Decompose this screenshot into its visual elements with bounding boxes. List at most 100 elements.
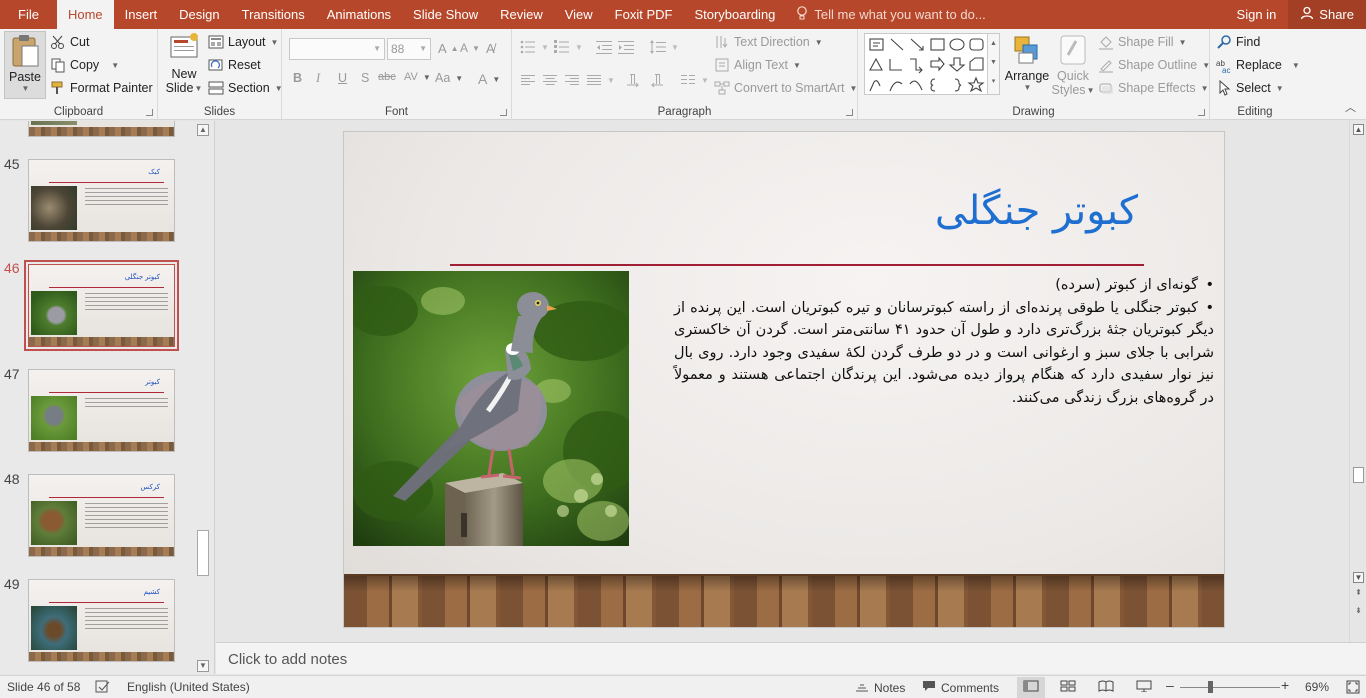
line-spacing-button[interactable]: ▼ <box>650 39 679 55</box>
arrange-button[interactable]: Arrange ▼ <box>1004 33 1050 92</box>
tell-me-box[interactable]: Tell me what you want to do... <box>796 5 986 24</box>
underline-button[interactable]: U <box>338 71 347 85</box>
tab-review[interactable]: Review <box>489 0 554 29</box>
columns-button[interactable]: ▼ <box>680 72 709 88</box>
tab-storyboarding[interactable]: Storyboarding <box>683 0 786 29</box>
justify-button[interactable]: ▼ <box>586 72 615 88</box>
scroll-up-icon[interactable]: ▲ <box>197 124 209 136</box>
slide-editing-area[interactable]: کبوتر جنگلی <box>216 121 1350 642</box>
copy-button[interactable]: Copy ▼ <box>50 57 119 73</box>
replace-button[interactable]: ab ac Replace ▼ <box>1216 57 1300 75</box>
reset-button[interactable]: Reset <box>208 57 261 73</box>
fit-to-window-icon[interactable] <box>1346 680 1360 697</box>
align-center-button[interactable] <box>542 72 558 88</box>
tab-slide-show[interactable]: Slide Show <box>402 0 489 29</box>
font-name-box[interactable]: ▼ <box>289 38 385 60</box>
shape-fill-button[interactable]: Shape Fill ▼ <box>1098 34 1187 50</box>
slide-body-text[interactable]: •گونه‌ای از کبوتر (سرده) •کبوتر جنگلی یا… <box>674 274 1214 409</box>
gallery-scroll[interactable]: ▲ ▼ ▾ <box>987 34 999 94</box>
slide-thumbnail-47[interactable]: کبوتر <box>28 369 175 452</box>
section-button[interactable]: Section ▼ <box>208 80 283 96</box>
thumbnail-scrollbar[interactable]: ▲ ▼ <box>195 121 211 674</box>
shape-outline-button[interactable]: Shape Outline ▼ <box>1098 57 1210 73</box>
slide-title[interactable]: کبوتر جنگلی <box>935 188 1138 234</box>
slide-thumbnail-46[interactable]: کبوتر جنگلی <box>24 260 179 351</box>
language-indicator[interactable]: English (United States) <box>127 680 250 694</box>
dialog-launcher-icon[interactable] <box>1198 109 1205 116</box>
align-text-button[interactable]: Align Text ▼ <box>714 57 801 73</box>
zoom-in-button[interactable]: + <box>1281 677 1289 693</box>
scroll-down-icon[interactable]: ▼ <box>197 660 209 672</box>
quick-styles-button[interactable]: Quick Styles ▼ <box>1052 33 1094 97</box>
character-spacing-button[interactable]: AV ▼ <box>404 71 431 83</box>
tab-transitions[interactable]: Transitions <box>231 0 316 29</box>
clear-formatting-button[interactable]: A̸ <box>486 41 495 56</box>
reading-view-icon[interactable] <box>1098 680 1114 695</box>
tab-design[interactable]: Design <box>168 0 230 29</box>
scroll-up-icon[interactable]: ▲ <box>1353 124 1364 135</box>
dialog-launcher-icon[interactable] <box>846 109 853 116</box>
change-case-button[interactable]: Aa ▼ <box>435 71 463 85</box>
tab-insert[interactable]: Insert <box>114 0 169 29</box>
slide-scrollbar[interactable]: ▲ ▼ ⇞ ⇟ <box>1349 121 1366 642</box>
shadow-button[interactable]: S <box>361 71 369 85</box>
zoom-level[interactable]: 69% <box>1305 680 1329 694</box>
chevron-down-icon[interactable]: ▼ <box>111 61 119 70</box>
layout-button[interactable]: Layout ▼ <box>208 34 278 50</box>
chevron-down-icon[interactable]: ▼ <box>419 44 427 53</box>
rtl-button[interactable] <box>648 72 664 88</box>
next-slide-icon[interactable]: ⇟ <box>1353 606 1364 617</box>
slide-thumbnail-49[interactable]: کشیم <box>28 579 175 662</box>
slide-thumbnail-pane[interactable]: 45 کبک 46 کبوتر جنگلی 47 کبوتر 48 کرکس 4… <box>0 121 215 674</box>
dialog-launcher-icon[interactable] <box>500 109 507 116</box>
shapes-gallery[interactable]: ▲ ▼ ▾ <box>864 33 1000 95</box>
decrease-indent-button[interactable] <box>596 39 612 55</box>
tab-home[interactable]: Home <box>56 0 114 30</box>
share-button[interactable]: Share <box>1288 0 1366 29</box>
comments-toggle[interactable]: Comments <box>922 680 999 695</box>
paste-button[interactable]: Paste ▼ <box>4 31 46 99</box>
format-painter-button[interactable]: Format Painter <box>50 80 153 96</box>
new-slide-button[interactable]: New Slide ▼ <box>164 31 204 95</box>
pigeon-photo[interactable] <box>353 271 629 546</box>
current-slide[interactable]: کبوتر جنگلی <box>343 131 1225 628</box>
zoom-slider[interactable] <box>1180 687 1280 688</box>
previous-slide-icon[interactable]: ⇞ <box>1353 588 1364 599</box>
tab-view[interactable]: View <box>554 0 604 29</box>
chevron-down-icon[interactable]: ▼ <box>373 44 381 53</box>
spellcheck-icon[interactable] <box>95 680 111 697</box>
scrollbar-thumb[interactable] <box>1353 467 1364 483</box>
notes-toggle[interactable]: Notes <box>855 680 905 695</box>
sign-in-link[interactable]: Sign in <box>1225 7 1289 22</box>
cut-button[interactable]: Cut <box>50 34 89 50</box>
zoom-out-button[interactable]: – <box>1166 677 1174 693</box>
text-direction-button[interactable]: Text Direction ▼ <box>714 34 823 50</box>
grow-font-button[interactable]: A ▲ <box>438 41 459 56</box>
slide-thumbnail-partial[interactable] <box>28 121 175 137</box>
numbering-button[interactable]: ▼ <box>554 39 583 55</box>
scroll-down-icon[interactable]: ▼ <box>1353 572 1364 583</box>
italic-button[interactable]: I <box>316 71 320 86</box>
align-right-button[interactable] <box>564 72 580 88</box>
increase-indent-button[interactable] <box>618 39 634 55</box>
bullets-button[interactable]: ▼ <box>520 39 549 55</box>
tab-file[interactable]: File <box>0 0 57 29</box>
strikethrough-button[interactable]: abc <box>378 71 396 83</box>
find-button[interactable]: Find <box>1216 34 1260 50</box>
font-size-box[interactable]: 88 ▼ <box>387 38 431 60</box>
slide-sorter-icon[interactable] <box>1060 680 1076 695</box>
notes-placeholder[interactable]: Click to add notes <box>228 651 347 668</box>
slide-thumbnail-45[interactable]: کبک <box>28 159 175 242</box>
bold-button[interactable]: B <box>293 71 302 85</box>
zoom-slider-thumb[interactable] <box>1208 681 1213 693</box>
scrollbar-thumb[interactable] <box>197 530 209 576</box>
tab-animations[interactable]: Animations <box>316 0 402 29</box>
dialog-launcher-icon[interactable] <box>146 109 153 116</box>
slide-show-icon[interactable] <box>1136 680 1152 695</box>
ltr-button[interactable] <box>626 72 642 88</box>
font-color-button[interactable]: A ▼ <box>478 71 500 87</box>
shrink-font-button[interactable]: A ▼ <box>460 41 480 55</box>
collapse-ribbon-button[interactable]: ︿ <box>1345 99 1356 115</box>
select-button[interactable]: Select ▼ <box>1216 79 1284 96</box>
normal-view-icon[interactable] <box>1017 677 1045 698</box>
